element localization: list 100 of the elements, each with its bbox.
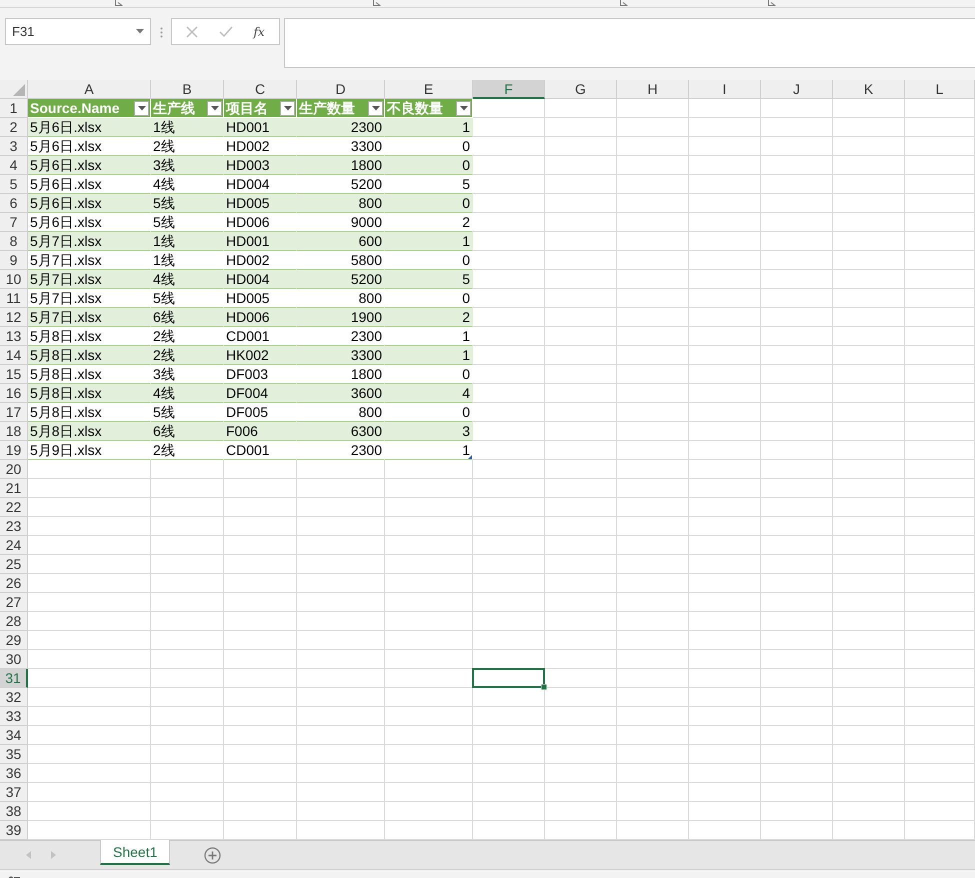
table-cell: 2: [385, 308, 473, 327]
row-header[interactable]: 6: [0, 194, 28, 213]
column-header[interactable]: L: [905, 80, 975, 99]
table-cell: 5月7日.xlsx: [28, 308, 151, 327]
row-header[interactable]: 22: [0, 498, 28, 517]
table-cell: 5月8日.xlsx: [28, 422, 151, 441]
table-cell: 5月9日.xlsx: [28, 441, 151, 460]
row-header[interactable]: 30: [0, 650, 28, 669]
add-sheet-icon[interactable]: [204, 847, 222, 864]
row-header[interactable]: 16: [0, 384, 28, 403]
column-header[interactable]: E: [385, 80, 473, 99]
table-cell: 4: [385, 384, 473, 403]
column-header[interactable]: F: [473, 80, 545, 99]
sheet-tab[interactable]: Sheet1: [100, 840, 170, 865]
row-header[interactable]: 19: [0, 441, 28, 460]
caret-icon: [460, 106, 468, 110]
dialog-launcher-icon[interactable]: [768, 0, 776, 6]
row-header[interactable]: 25: [0, 555, 28, 574]
row-header[interactable]: 38: [0, 802, 28, 821]
table-cell: 2线: [151, 441, 224, 460]
row-header[interactable]: 18: [0, 422, 28, 441]
column-header[interactable]: C: [224, 80, 297, 99]
column-header[interactable]: J: [761, 80, 833, 99]
filter-button[interactable]: [368, 100, 383, 116]
row-header[interactable]: 8: [0, 232, 28, 251]
column-header[interactable]: A: [28, 80, 151, 99]
table-cell: F006: [224, 422, 297, 441]
filter-button[interactable]: [456, 100, 471, 116]
table-cell: 5月6日.xlsx: [28, 118, 151, 137]
table-cell: 1: [385, 118, 473, 137]
table-cell: 600: [297, 232, 385, 251]
caret-icon: [210, 106, 218, 110]
row-header[interactable]: 4: [0, 156, 28, 175]
row-header[interactable]: 20: [0, 460, 28, 479]
row-header[interactable]: 28: [0, 612, 28, 631]
row-header[interactable]: 17: [0, 403, 28, 422]
row-header[interactable]: 2: [0, 118, 28, 137]
row-header[interactable]: 21: [0, 479, 28, 498]
row-header[interactable]: 26: [0, 574, 28, 593]
formula-input[interactable]: [284, 18, 975, 68]
row-header[interactable]: 39: [0, 821, 28, 840]
row-header[interactable]: 9: [0, 251, 28, 270]
column-header[interactable]: K: [833, 80, 905, 99]
filter-button[interactable]: [134, 100, 149, 116]
caret-icon: [372, 106, 380, 110]
table-cell: 1800: [297, 156, 385, 175]
table-cell: 3: [385, 422, 473, 441]
row-header[interactable]: 31: [0, 669, 28, 688]
selected-cell[interactable]: [472, 668, 545, 688]
table-cell: 4线: [151, 384, 224, 403]
table-cell: 5线: [151, 194, 224, 213]
fill-handle-icon[interactable]: [541, 684, 547, 690]
row-header[interactable]: 14: [0, 346, 28, 365]
row-header[interactable]: 15: [0, 365, 28, 384]
row-header[interactable]: 37: [0, 783, 28, 802]
table-cell: 5月6日.xlsx: [28, 194, 151, 213]
dialog-launcher-icon[interactable]: [373, 0, 381, 6]
dialog-launcher-icon[interactable]: [115, 0, 123, 6]
row-header[interactable]: 32: [0, 688, 28, 707]
row-header[interactable]: 3: [0, 137, 28, 156]
table-cell: 6线: [151, 308, 224, 327]
table-cell: 2300: [297, 118, 385, 137]
row-header[interactable]: 23: [0, 517, 28, 536]
filter-button[interactable]: [207, 100, 222, 116]
table-cell: 0: [385, 194, 473, 213]
column-header[interactable]: G: [545, 80, 617, 99]
row-header[interactable]: 12: [0, 308, 28, 327]
caret-icon[interactable]: [136, 29, 144, 34]
table-cell: HD004: [224, 270, 297, 289]
row-header[interactable]: 34: [0, 726, 28, 745]
table-cell: 2300: [297, 441, 385, 460]
table-cell: 1900: [297, 308, 385, 327]
filter-button[interactable]: [280, 100, 295, 116]
row-header[interactable]: 24: [0, 536, 28, 555]
table-cell: 800: [297, 194, 385, 213]
name-box[interactable]: F31: [5, 18, 151, 45]
row-header[interactable]: 10: [0, 270, 28, 289]
row-header[interactable]: 35: [0, 745, 28, 764]
row-header[interactable]: 27: [0, 593, 28, 612]
column-header[interactable]: H: [617, 80, 689, 99]
resize-handle-icon[interactable]: [468, 455, 472, 459]
table-cell: 5200: [297, 270, 385, 289]
table-cell: 1线: [151, 232, 224, 251]
table-header: 生产数量: [299, 99, 355, 117]
row-header[interactable]: 5: [0, 175, 28, 194]
row-header[interactable]: 11: [0, 289, 28, 308]
row-header[interactable]: 13: [0, 327, 28, 346]
table-cell: 3300: [297, 346, 385, 365]
table-cell: 1线: [151, 118, 224, 137]
row-header[interactable]: 36: [0, 764, 28, 783]
table-header: 项目名: [226, 99, 268, 117]
row-header[interactable]: 29: [0, 631, 28, 650]
row-header[interactable]: 33: [0, 707, 28, 726]
row-header[interactable]: 7: [0, 213, 28, 232]
dialog-launcher-icon[interactable]: [620, 0, 628, 6]
row-header[interactable]: 1: [0, 99, 28, 118]
column-header[interactable]: D: [297, 80, 385, 99]
column-header[interactable]: B: [151, 80, 224, 99]
insert-function-button[interactable]: fx: [253, 24, 265, 38]
column-header[interactable]: I: [689, 80, 761, 99]
